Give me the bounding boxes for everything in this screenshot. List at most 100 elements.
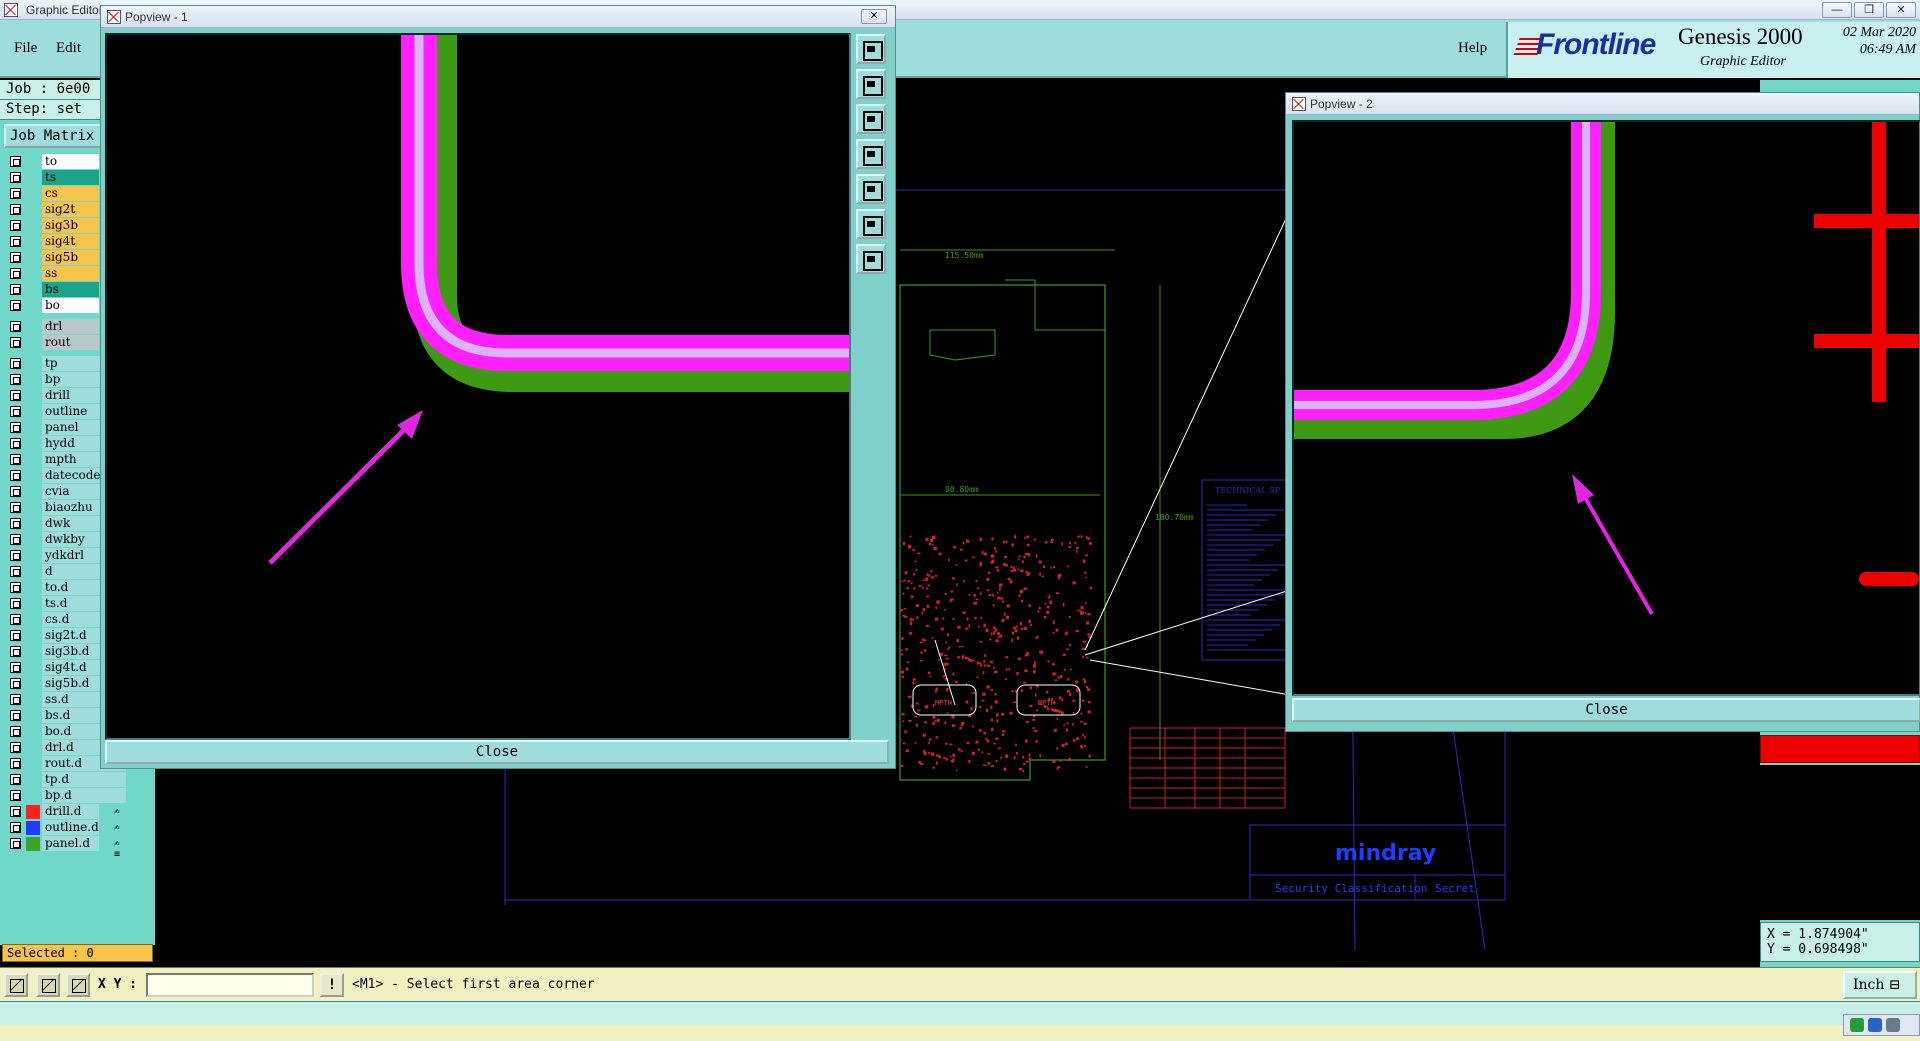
layer-checkbox[interactable]: [10, 630, 21, 641]
component-pad: [983, 732, 986, 735]
layer-name[interactable]: to: [42, 154, 99, 169]
close-window-button[interactable]: ✕: [1886, 2, 1916, 18]
layer-checkbox[interactable]: [10, 300, 21, 311]
layer-checkbox[interactable]: [10, 742, 21, 753]
pan-right-icon[interactable]: [856, 174, 886, 204]
layer-name[interactable]: tp.d: [42, 772, 126, 787]
menu-help[interactable]: Help: [1458, 40, 1487, 57]
layer-name[interactable]: sig3b: [42, 218, 99, 233]
restore-button[interactable]: ❐: [1854, 2, 1884, 18]
layer-name[interactable]: sig2t: [42, 202, 99, 217]
layer-name[interactable]: rout: [42, 335, 99, 350]
popview-1-close-x-button[interactable]: ✕: [861, 9, 887, 24]
layer-checkbox[interactable]: [10, 694, 21, 705]
layer-name[interactable]: sig5b: [42, 250, 99, 265]
popview-1-close-button[interactable]: Close: [105, 740, 889, 764]
pan-left-icon[interactable]: [856, 139, 886, 169]
layer-checkbox[interactable]: [10, 710, 21, 721]
layer-name[interactable]: panel.d: [42, 836, 99, 851]
layer-row-tp-d[interactable]: tp.d: [4, 772, 126, 788]
layer-name[interactable]: sig4t: [42, 234, 99, 249]
snap-tool-icon[interactable]: [36, 973, 60, 997]
component-pad: [996, 714, 999, 717]
layer-checkbox[interactable]: [10, 838, 21, 849]
layer-checkbox[interactable]: [10, 284, 21, 295]
popview-2-view[interactable]: [1292, 120, 1920, 696]
layer-checkbox[interactable]: [10, 550, 21, 561]
pan-up-icon[interactable]: [856, 69, 886, 99]
pan-down-icon[interactable]: [856, 104, 886, 134]
component-pad: [935, 754, 939, 757]
layer-checkbox[interactable]: [10, 172, 21, 183]
layer-checkbox[interactable]: [10, 534, 21, 545]
layer-name[interactable]: ss: [42, 266, 99, 281]
mindray-logo: mindray: [1335, 841, 1436, 866]
layer-checkbox[interactable]: [10, 774, 21, 785]
layer-checkbox[interactable]: [10, 726, 21, 737]
layer-checkbox[interactable]: [10, 204, 21, 215]
layer-checkbox[interactable]: [10, 252, 21, 263]
menu-edit[interactable]: Edit: [56, 40, 81, 57]
zoom-out-icon[interactable]: [856, 244, 886, 274]
layer-checkbox[interactable]: [10, 438, 21, 449]
alert-button[interactable]: !: [320, 973, 344, 997]
zoom-in-icon[interactable]: [856, 209, 886, 239]
layer-checkbox[interactable]: [10, 614, 21, 625]
minimize-button[interactable]: —: [1822, 2, 1852, 18]
layer-name[interactable]: outline.d: [42, 820, 99, 835]
layer-checkbox[interactable]: [10, 486, 21, 497]
layer-checkbox[interactable]: [10, 236, 21, 247]
grid-tool-icon[interactable]: [66, 973, 90, 997]
layer-checkbox[interactable]: [10, 156, 21, 167]
menu-file[interactable]: File: [14, 40, 37, 57]
layer-checkbox[interactable]: [10, 358, 21, 369]
layer-checkbox[interactable]: [10, 598, 21, 609]
layer-checkbox[interactable]: [10, 337, 21, 348]
layer-checkbox[interactable]: [10, 374, 21, 385]
layer-checkbox[interactable]: [10, 678, 21, 689]
zoom-fit-icon[interactable]: [856, 34, 886, 64]
layer-checkbox[interactable]: [10, 662, 21, 673]
layer-checkbox[interactable]: [10, 470, 21, 481]
component-pad: [917, 709, 921, 712]
component-pad: [1055, 592, 1060, 594]
layer-name[interactable]: bp.d: [42, 788, 126, 803]
layer-checkbox[interactable]: [10, 268, 21, 279]
layer-checkbox[interactable]: [10, 758, 21, 769]
layer-checkbox[interactable]: [10, 188, 21, 199]
tray-help-icon[interactable]: [1868, 1018, 1882, 1032]
select-tool-icon[interactable]: [4, 973, 28, 997]
layer-name[interactable]: cs: [42, 186, 99, 201]
layer-checkbox[interactable]: [10, 422, 21, 433]
layer-row-outline-d[interactable]: outline.d ✍: [4, 820, 126, 836]
layer-checkbox[interactable]: [10, 406, 21, 417]
layer-checkbox[interactable]: [10, 566, 21, 577]
layer-checkbox[interactable]: [10, 502, 21, 513]
layer-name[interactable]: ts: [42, 170, 99, 185]
layer-checkbox[interactable]: [10, 806, 21, 817]
layer-name[interactable]: drl: [42, 319, 99, 334]
layer-row-drill-d[interactable]: drill.d ✍: [4, 804, 126, 820]
layer-row-panel-d[interactable]: panel.d ✍≡: [4, 836, 126, 860]
layer-checkbox[interactable]: [10, 582, 21, 593]
component-pad: [996, 632, 1000, 636]
layer-checkbox[interactable]: [10, 390, 21, 401]
layer-name[interactable]: bo: [42, 298, 99, 313]
popview-2-close-button[interactable]: Close: [1292, 698, 1920, 722]
layer-checkbox[interactable]: [10, 822, 21, 833]
layer-name[interactable]: bs: [42, 282, 99, 297]
popview-1-view[interactable]: [105, 33, 851, 740]
layer-checkbox[interactable]: [10, 790, 21, 801]
xy-input[interactable]: [146, 973, 314, 997]
component-pad: [1082, 655, 1084, 659]
units-button[interactable]: Inch ⊟: [1843, 971, 1917, 999]
tray-keyboard-icon[interactable]: [1886, 1018, 1900, 1032]
layer-checkbox[interactable]: [10, 454, 21, 465]
tray-app-icon[interactable]: [1850, 1018, 1864, 1032]
layer-checkbox[interactable]: [10, 518, 21, 529]
layer-checkbox[interactable]: [10, 220, 21, 231]
layer-checkbox[interactable]: [10, 646, 21, 657]
layer-row-bp-d[interactable]: bp.d: [4, 788, 126, 804]
layer-name[interactable]: drill.d: [42, 804, 99, 819]
layer-checkbox[interactable]: [10, 321, 21, 332]
